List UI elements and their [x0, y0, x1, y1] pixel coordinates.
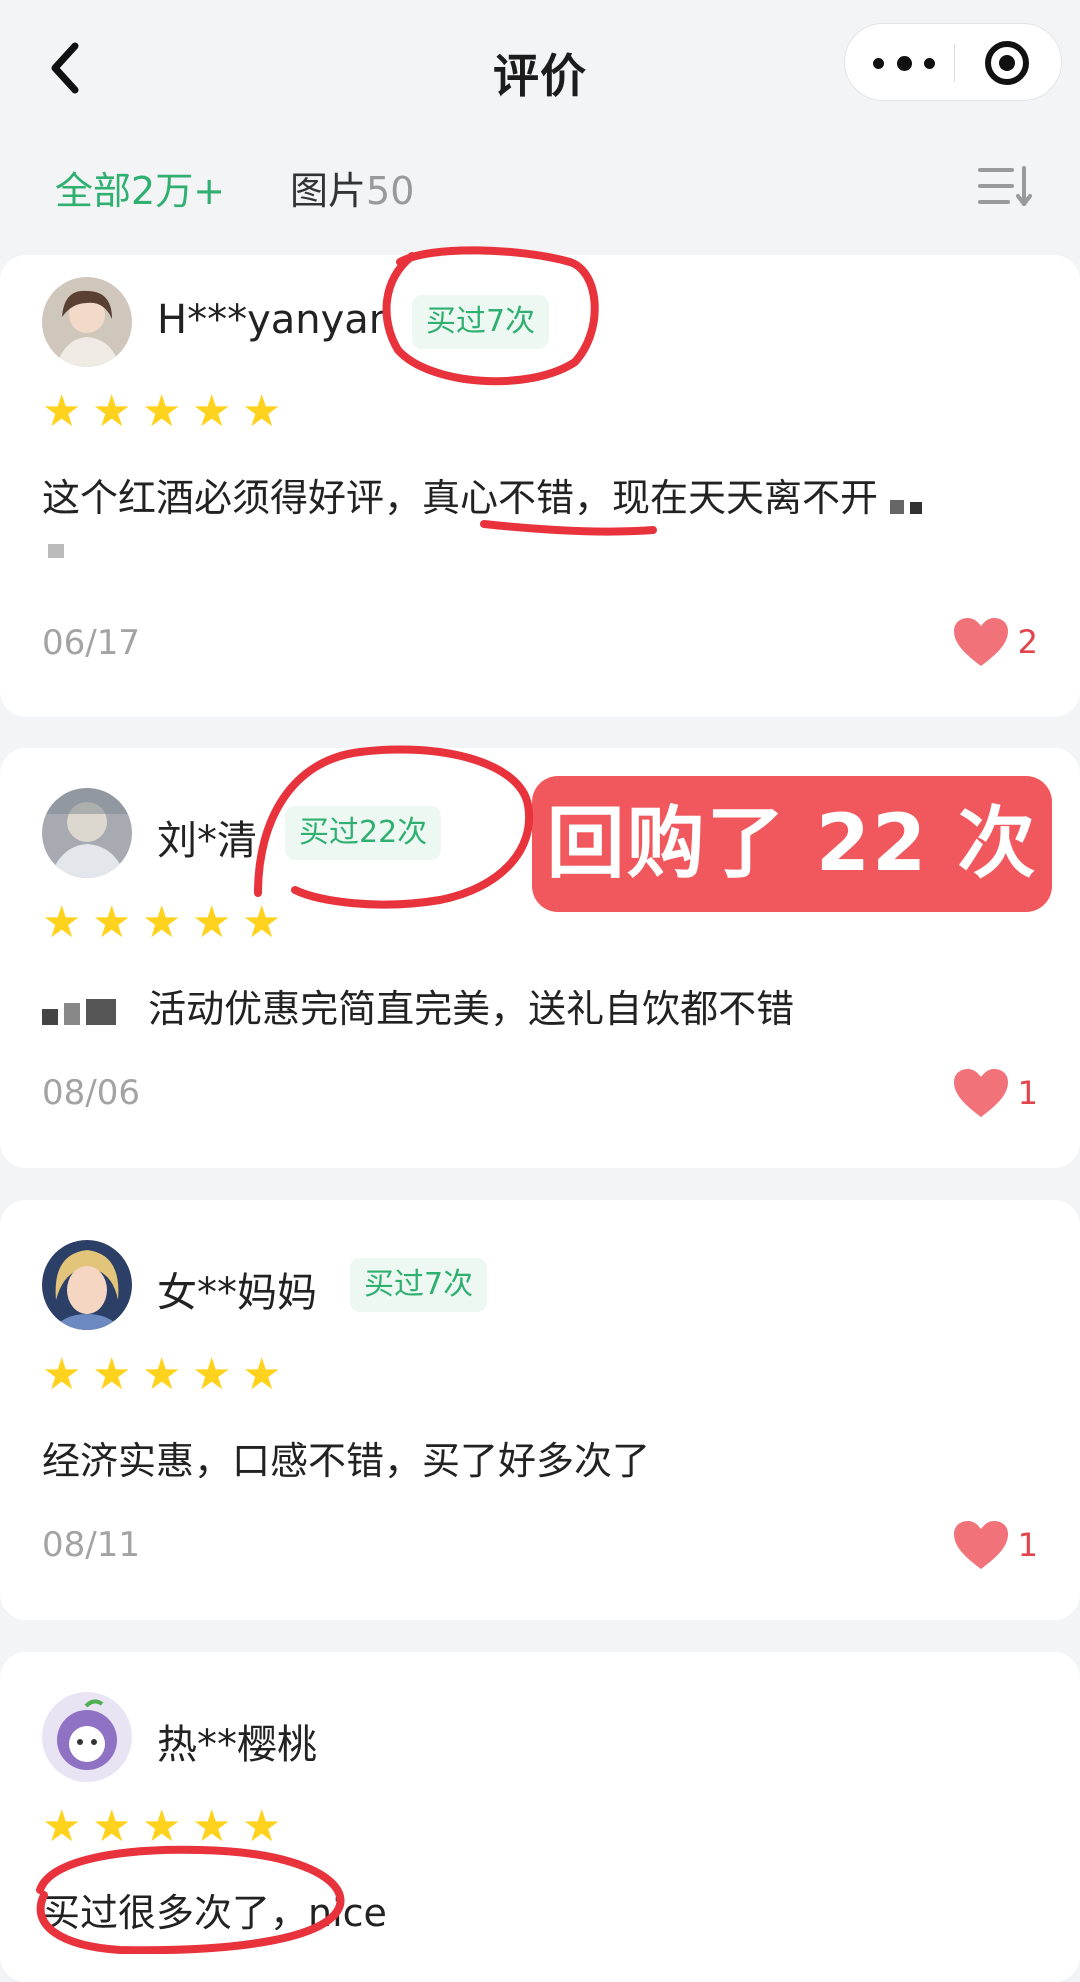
star-rating: ★ ★ ★ ★ ★	[42, 898, 292, 948]
star-icon: ★	[242, 386, 282, 437]
like-button[interactable]: 2	[952, 617, 1038, 667]
avatar[interactable]	[42, 788, 132, 878]
tab-pictures-count: 50	[366, 169, 415, 213]
star-icon: ★	[42, 897, 82, 948]
mosaic-blur	[42, 990, 122, 1034]
more-dots-icon[interactable]	[873, 24, 935, 102]
review-text: 这个红酒必须得好评，真心不错，现在天天离不开	[42, 467, 928, 523]
star-icon: ★	[142, 897, 182, 948]
review-date: 08/11	[42, 1525, 140, 1565]
review-username: 女**妈妈	[157, 1270, 317, 1316]
tab-all-label: 全部	[55, 169, 132, 213]
heart-icon	[953, 618, 1008, 666]
review-text-value: 这个红酒必须得好评，真心不错，现在天天离不开	[42, 476, 879, 520]
heart-icon	[953, 1069, 1008, 1117]
star-rating: ★ ★ ★ ★ ★	[42, 387, 292, 437]
review-card: 热**樱桃 ★ ★ ★ ★ ★ 买过很多次了，nice	[0, 1652, 1080, 1982]
heart-icon	[953, 1521, 1008, 1569]
like-count: 2	[1017, 623, 1038, 661]
mosaic-blur	[48, 543, 70, 562]
review-text: 活动优惠完简直完美，送礼自饮都不错	[42, 978, 794, 1034]
review-username: 热**樱桃	[157, 1722, 317, 1768]
avatar[interactable]	[42, 1240, 132, 1330]
star-icon: ★	[92, 1349, 132, 1400]
tab-pictures[interactable]: 图片50	[290, 160, 414, 215]
sort-list-icon[interactable]	[978, 162, 1034, 212]
like-count: 1	[1017, 1074, 1038, 1112]
tab-all-count: 2万+	[131, 169, 226, 213]
target-circle-icon[interactable]	[985, 41, 1029, 85]
star-icon: ★	[242, 1801, 282, 1852]
like-button[interactable]: 1	[952, 1520, 1038, 1570]
purchase-count-badge: 买过22次	[285, 806, 442, 860]
review-username: H***yanyan	[157, 297, 395, 343]
review-date: 06/17	[42, 623, 140, 663]
star-rating: ★ ★ ★ ★ ★	[42, 1802, 292, 1852]
filter-tabs: 全部2万+ 图片50	[0, 140, 1080, 240]
star-icon: ★	[242, 1349, 282, 1400]
review-text-value: 活动优惠完简直完美，送礼自饮都不错	[148, 987, 795, 1031]
star-icon: ★	[42, 1349, 82, 1400]
star-icon: ★	[142, 1801, 182, 1852]
repurchase-stamp: 回购了 22 次	[532, 776, 1052, 912]
star-icon: ★	[92, 386, 132, 437]
star-icon: ★	[192, 1801, 232, 1852]
review-card: 女**妈妈 买过7次 ★ ★ ★ ★ ★ 经济实惠，口感不错，买了好多次了 08/11 …	[0, 1200, 1080, 1620]
star-icon: ★	[92, 897, 132, 948]
star-icon: ★	[192, 897, 232, 948]
mosaic-blur	[890, 479, 928, 523]
review-card: H***yanyan 买过7次 ★ ★ ★ ★ ★ 这个红酒必须得好评，真心不错，现在天…	[0, 255, 1080, 717]
purchase-count-badge: 买过7次	[412, 295, 550, 349]
star-icon: ★	[92, 1801, 132, 1852]
star-rating: ★ ★ ★ ★ ★	[42, 1350, 292, 1400]
star-icon: ★	[142, 386, 182, 437]
avatar[interactable]	[42, 277, 132, 367]
purchase-count-badge: 买过7次	[350, 1258, 488, 1312]
review-date: 08/06	[42, 1073, 140, 1113]
capsule-divider	[954, 44, 955, 82]
star-icon: ★	[42, 1801, 82, 1852]
star-icon: ★	[242, 897, 282, 948]
star-icon: ★	[42, 386, 82, 437]
like-button[interactable]: 1	[952, 1068, 1038, 1118]
like-count: 1	[1017, 1526, 1038, 1564]
review-text: 买过很多次了，nice	[42, 1891, 387, 1935]
star-icon: ★	[142, 1349, 182, 1400]
tab-all[interactable]: 全部2万+	[55, 160, 225, 215]
star-icon: ★	[192, 386, 232, 437]
top-nav-bar: 评价	[0, 0, 1080, 140]
avatar[interactable]	[42, 1692, 132, 1782]
tab-pictures-label: 图片	[290, 169, 367, 213]
star-icon: ★	[192, 1349, 232, 1400]
review-username: 刘*清	[157, 818, 257, 864]
review-text: 经济实惠，口感不错，买了好多次了	[42, 1439, 651, 1483]
mini-program-capsule	[844, 23, 1062, 101]
